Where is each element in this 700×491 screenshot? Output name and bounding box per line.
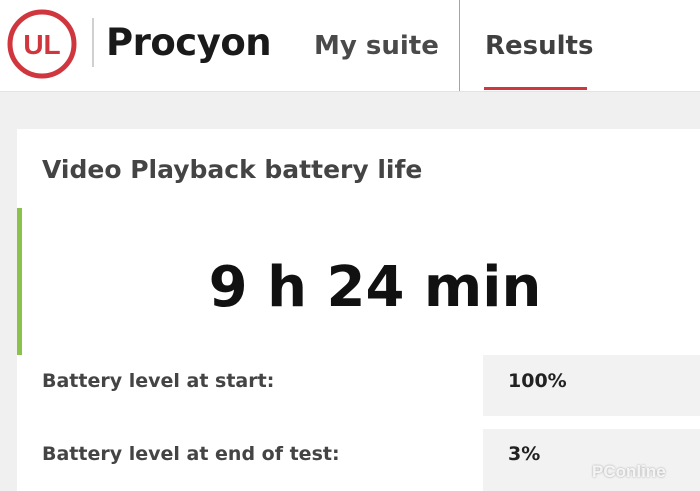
brand-divider bbox=[92, 18, 94, 67]
result-value: 9 h 24 min bbox=[208, 255, 542, 320]
battery-start-label: Battery level at start: bbox=[42, 370, 275, 392]
nav-my-suite[interactable]: My suite bbox=[314, 26, 439, 66]
result-title: Video Playback battery life bbox=[42, 155, 423, 184]
nav-results[interactable]: Results bbox=[485, 26, 593, 66]
app-header: UL Procyon My suite Results bbox=[0, 0, 700, 92]
ul-logo-icon[interactable]: UL bbox=[7, 9, 77, 79]
logo-text: UL bbox=[23, 29, 60, 60]
battery-start-value: 100% bbox=[508, 370, 567, 392]
nav-divider bbox=[459, 0, 460, 91]
battery-end-value: 3% bbox=[508, 443, 541, 465]
battery-end-label: Battery level at end of test: bbox=[42, 443, 340, 465]
nav-active-underline bbox=[484, 87, 587, 90]
brand-name[interactable]: Procyon bbox=[106, 18, 272, 68]
watermark: PConline bbox=[592, 462, 666, 481]
